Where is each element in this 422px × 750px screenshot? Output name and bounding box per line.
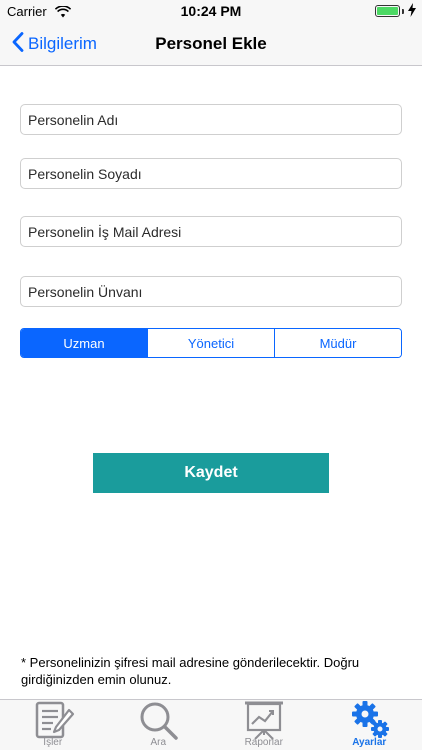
tab-ara[interactable]: Ara	[106, 700, 212, 750]
battery-cap	[402, 9, 404, 14]
email-field[interactable]	[20, 216, 402, 247]
surname-field[interactable]	[20, 158, 402, 189]
tab-bar: İşler Ara Raporlar Ayarlar	[0, 699, 422, 750]
navigation-bar: Bilgilerim Personel Ekle	[0, 22, 422, 66]
battery-icon	[375, 5, 400, 17]
tab-label-ayarlar: Ayarlar	[352, 737, 387, 748]
segment-yonetici[interactable]: Yönetici	[148, 329, 275, 357]
status-bar: Carrier 10:24 PM	[0, 0, 422, 22]
save-button[interactable]: Kaydet	[93, 453, 329, 493]
tab-ayarlar[interactable]: Ayarlar	[317, 700, 422, 750]
tab-raporlar[interactable]: Raporlar	[211, 700, 317, 750]
name-field[interactable]	[20, 104, 402, 135]
job-title-field[interactable]	[20, 276, 402, 307]
segment-mudur[interactable]: Müdür	[275, 329, 401, 357]
charging-icon	[408, 3, 416, 22]
role-segmented-control: Uzman Yönetici Müdür	[20, 328, 402, 358]
tab-label-raporlar: Raporlar	[244, 737, 283, 748]
tab-label-ara: Ara	[150, 737, 167, 748]
segment-uzman[interactable]: Uzman	[21, 329, 148, 357]
battery-level	[377, 7, 398, 15]
status-time: 10:24 PM	[180, 3, 242, 19]
tab-isler[interactable]: İşler	[0, 700, 106, 750]
page-title: Personel Ekle	[155, 34, 267, 53]
tab-label-isler: İşler	[43, 737, 63, 748]
footnote-text: * Personelinizin şifresi mail adresine g…	[21, 655, 360, 687]
